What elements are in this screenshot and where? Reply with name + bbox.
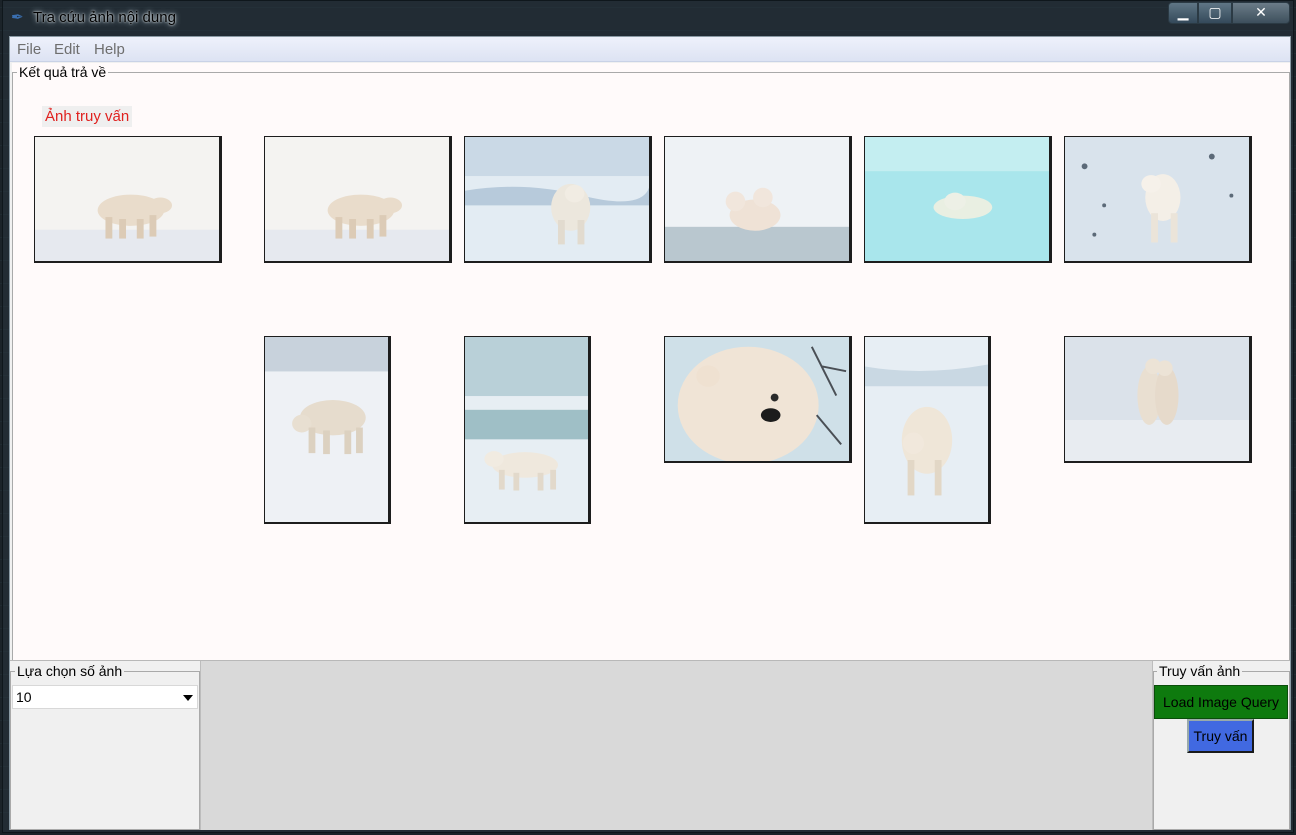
result-image bbox=[864, 136, 1052, 263]
menu-file[interactable]: File bbox=[17, 41, 41, 58]
menu-edit[interactable]: Edit bbox=[54, 41, 80, 58]
count-panel: Lựa chọn số ảnh 10 bbox=[10, 661, 201, 830]
count-combobox[interactable]: 10 bbox=[12, 685, 198, 709]
result-image bbox=[264, 336, 391, 524]
query-image bbox=[34, 136, 222, 263]
app-window: ✒ Tra cứu ảnh nội dung ▁ ▢ ✕ File Edit H… bbox=[2, 0, 1294, 833]
results-group-label: Kết quả trả về bbox=[17, 64, 109, 80]
query-button[interactable]: Truy vấn bbox=[1187, 719, 1254, 753]
count-value: 10 bbox=[16, 689, 32, 705]
result-image bbox=[464, 136, 652, 263]
window-controls: ▁ ▢ ✕ bbox=[1168, 2, 1290, 24]
result-image bbox=[864, 336, 991, 524]
query-group-label: Truy vấn ảnh bbox=[1157, 663, 1243, 679]
minimize-icon: ▁ bbox=[1177, 5, 1189, 21]
count-group-label: Lựa chọn số ảnh bbox=[15, 663, 125, 679]
result-image bbox=[264, 136, 452, 263]
menu-bar: File Edit Help bbox=[10, 37, 1290, 62]
result-image bbox=[664, 136, 852, 263]
result-image bbox=[1064, 136, 1252, 263]
title-bar[interactable]: ✒ Tra cứu ảnh nội dung ▁ ▢ ✕ bbox=[3, 1, 1293, 35]
window-title: Tra cứu ảnh nội dung bbox=[33, 9, 176, 26]
results-panel: Kết quả trả về Ảnh truy vấn bbox=[12, 63, 1290, 660]
menu-help[interactable]: Help bbox=[94, 41, 125, 58]
client-area: File Edit Help Kết quả trả về Ảnh truy v… bbox=[9, 36, 1291, 830]
load-image-query-button[interactable]: Load Image Query bbox=[1154, 685, 1288, 719]
result-image bbox=[1064, 336, 1252, 463]
maximize-button[interactable]: ▢ bbox=[1198, 2, 1232, 24]
dropdown-arrow-icon[interactable] bbox=[183, 695, 193, 701]
result-image bbox=[664, 336, 852, 463]
bottom-controls: Lựa chọn số ảnh 10 Truy vấn ảnh Load Ima… bbox=[10, 660, 1290, 830]
feather-icon: ✒ bbox=[11, 8, 24, 26]
query-panel: Truy vấn ảnh Load Image Query Truy vấn bbox=[1152, 661, 1290, 830]
query-image-label: Ảnh truy vấn bbox=[42, 106, 133, 127]
close-button[interactable]: ✕ bbox=[1232, 2, 1290, 24]
minimize-button[interactable]: ▁ bbox=[1168, 2, 1198, 24]
close-icon: ✕ bbox=[1255, 5, 1267, 21]
result-image bbox=[464, 336, 591, 524]
maximize-icon: ▢ bbox=[1208, 5, 1222, 21]
